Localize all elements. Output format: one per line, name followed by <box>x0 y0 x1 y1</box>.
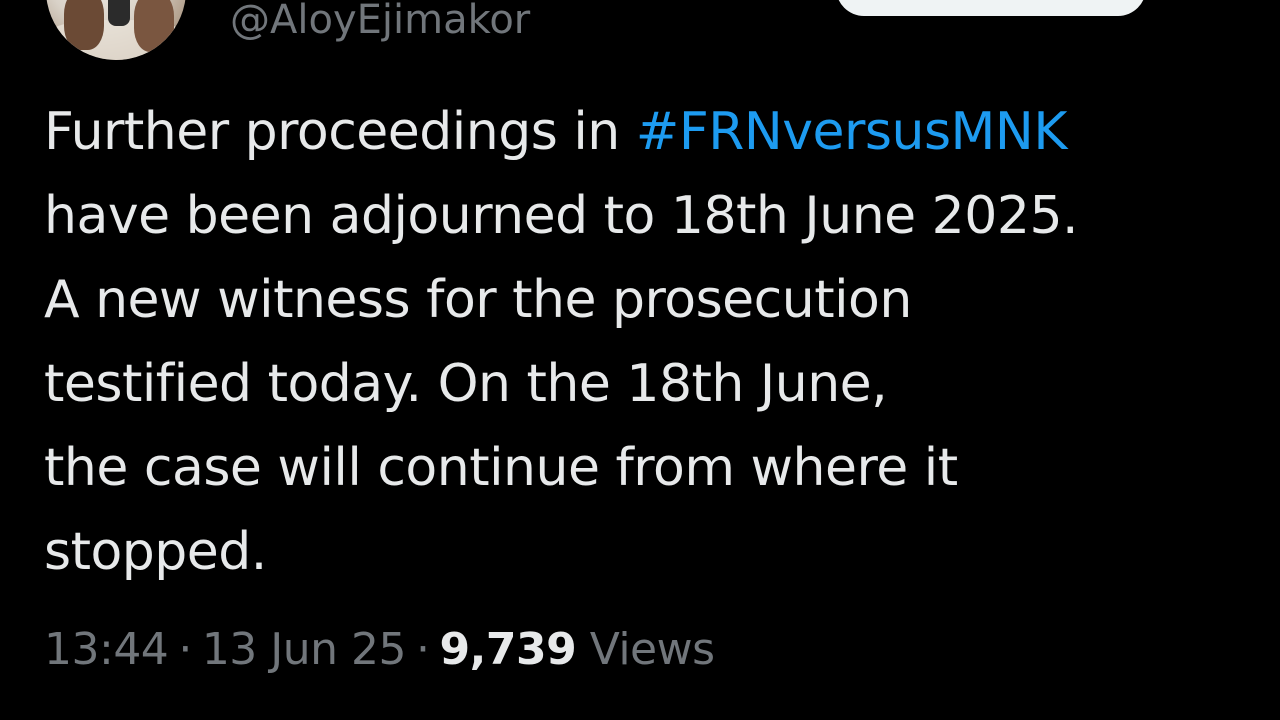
avatar-photo-microphone <box>108 0 130 26</box>
tweet-line-4: testified today. On the 18th June, <box>44 354 888 414</box>
tweet-text: Further proceedings in #FRNversusMNK hav… <box>44 90 1244 594</box>
tweet-time[interactable]: 13:44 <box>44 624 169 675</box>
avatar-photo-person-2 <box>134 0 174 52</box>
author-handle[interactable]: @AloyEjimakor <box>230 0 530 50</box>
tweet-date[interactable]: 13 Jun 25 <box>202 624 407 675</box>
hashtag-link[interactable]: #FRNversusMNK <box>636 102 1068 162</box>
views-label[interactable]: Views <box>590 624 715 675</box>
tweet-line-5: the case will continue from where it <box>44 438 958 498</box>
tweet-line-2: have been adjourned to 18th June 2025. <box>44 186 1079 246</box>
avatar[interactable] <box>46 0 186 60</box>
tweet-metadata: 13:44 · 13 Jun 25 · 9,739 Views <box>44 620 715 680</box>
tweet-line-1: Further proceedings in #FRNversusMNK <box>44 90 1244 174</box>
avatar-photo-person <box>64 0 104 50</box>
tweet-line-3: A new witness for the prosecution <box>44 270 912 330</box>
separator-dot: · <box>416 624 430 675</box>
tweet-text-segment: Further proceedings in <box>44 102 636 162</box>
tweet-line-6: stopped. <box>44 522 267 582</box>
separator-dot: · <box>178 624 192 675</box>
follow-button[interactable] <box>836 0 1146 16</box>
views-count[interactable]: 9,739 <box>440 624 577 675</box>
